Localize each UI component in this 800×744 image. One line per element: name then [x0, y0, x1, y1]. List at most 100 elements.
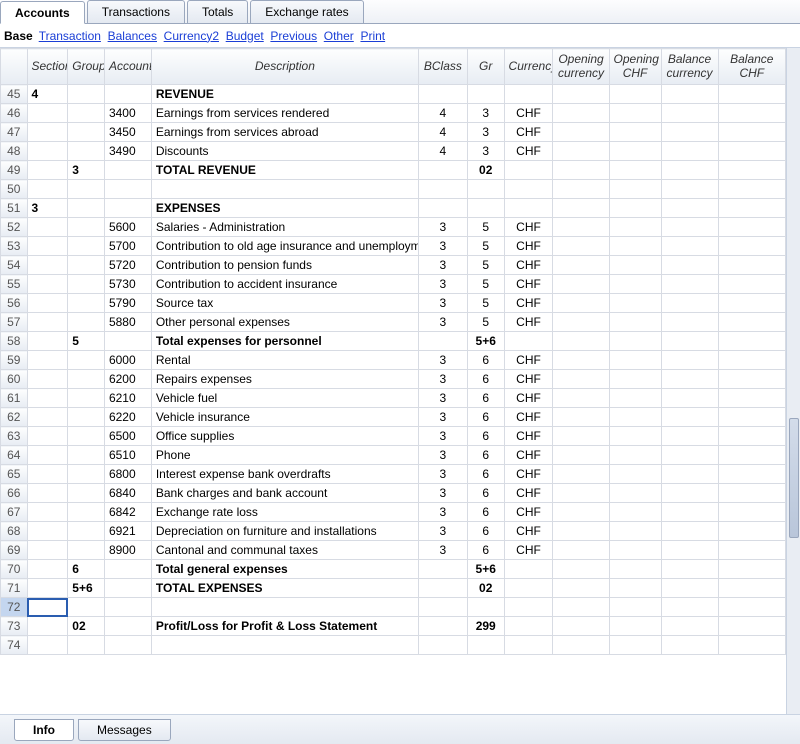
cell-bclass[interactable] — [418, 332, 467, 351]
table-row[interactable]: 706Total general expenses5+6 — [1, 560, 786, 579]
cell-section[interactable] — [27, 218, 68, 237]
row-number[interactable]: 73 — [1, 617, 28, 636]
cell-balcur[interactable] — [661, 617, 718, 636]
link-transaction[interactable]: Transaction — [39, 29, 101, 43]
table-row[interactable]: 606200Repairs expenses36CHF — [1, 370, 786, 389]
cell-opcur[interactable] — [553, 351, 609, 370]
cell-balcur[interactable] — [661, 446, 718, 465]
cell-account[interactable]: 6842 — [104, 503, 151, 522]
cell-curr[interactable]: CHF — [504, 446, 553, 465]
cell-account[interactable]: 6210 — [104, 389, 151, 408]
cell-gr[interactable]: 6 — [467, 370, 504, 389]
cell-group[interactable] — [68, 180, 105, 199]
col-header-opening-currency[interactable]: Opening currency — [553, 49, 609, 85]
cell-opcur[interactable] — [553, 617, 609, 636]
link-budget[interactable]: Budget — [226, 29, 264, 43]
scrollbar-thumb[interactable] — [789, 418, 799, 538]
row-number[interactable]: 59 — [1, 351, 28, 370]
cell-balcur[interactable] — [661, 465, 718, 484]
cell-group[interactable] — [68, 218, 105, 237]
cell-balcur[interactable] — [661, 294, 718, 313]
row-number[interactable]: 61 — [1, 389, 28, 408]
cell-balcur[interactable] — [661, 237, 718, 256]
cell-balchf[interactable] — [718, 275, 785, 294]
cell-section[interactable] — [27, 332, 68, 351]
cell-balchf[interactable] — [718, 370, 785, 389]
cell-section[interactable] — [27, 579, 68, 598]
cell-section[interactable]: 3 — [27, 199, 68, 218]
table-row[interactable]: 666840Bank charges and bank account36CHF — [1, 484, 786, 503]
table-row[interactable]: 483490Discounts43CHF — [1, 142, 786, 161]
vertical-scrollbar[interactable] — [786, 48, 800, 714]
cell-gr[interactable] — [467, 199, 504, 218]
cell-gr[interactable]: 6 — [467, 503, 504, 522]
cell-section[interactable] — [27, 237, 68, 256]
cell-desc[interactable]: Earnings from services rendered — [151, 104, 418, 123]
cell-opchf[interactable] — [609, 579, 661, 598]
cell-desc[interactable]: Other personal expenses — [151, 313, 418, 332]
cell-balcur[interactable] — [661, 598, 718, 617]
cell-account[interactable]: 5720 — [104, 256, 151, 275]
cell-balchf[interactable] — [718, 313, 785, 332]
cell-balcur[interactable] — [661, 180, 718, 199]
cell-account[interactable]: 5700 — [104, 237, 151, 256]
cell-gr[interactable]: 5+6 — [467, 560, 504, 579]
cell-curr[interactable]: CHF — [504, 370, 553, 389]
cell-opchf[interactable] — [609, 294, 661, 313]
table-row[interactable]: 715+6TOTAL EXPENSES02 — [1, 579, 786, 598]
cell-opcur[interactable] — [553, 370, 609, 389]
table-row[interactable]: 493TOTAL REVENUE02 — [1, 161, 786, 180]
cell-gr[interactable]: 6 — [467, 389, 504, 408]
row-number[interactable]: 57 — [1, 313, 28, 332]
cell-section[interactable] — [27, 351, 68, 370]
cell-balchf[interactable] — [718, 484, 785, 503]
cell-curr[interactable] — [504, 636, 553, 655]
cell-desc[interactable]: REVENUE — [151, 85, 418, 104]
table-row[interactable]: 626220Vehicle insurance36CHF — [1, 408, 786, 427]
cell-gr[interactable]: 3 — [467, 123, 504, 142]
cell-curr[interactable]: CHF — [504, 313, 553, 332]
cell-section[interactable] — [27, 598, 68, 617]
cell-desc[interactable] — [151, 598, 418, 617]
cell-gr[interactable]: 5+6 — [467, 332, 504, 351]
link-balances[interactable]: Balances — [108, 29, 157, 43]
row-number[interactable]: 46 — [1, 104, 28, 123]
cell-account[interactable] — [104, 199, 151, 218]
cell-account[interactable] — [104, 636, 151, 655]
cell-curr[interactable] — [504, 161, 553, 180]
cell-opcur[interactable] — [553, 427, 609, 446]
cell-desc[interactable]: TOTAL REVENUE — [151, 161, 418, 180]
cell-desc[interactable]: Office supplies — [151, 427, 418, 446]
cell-opchf[interactable] — [609, 218, 661, 237]
cell-bclass[interactable] — [418, 636, 467, 655]
cell-curr[interactable]: CHF — [504, 484, 553, 503]
cell-bclass[interactable]: 4 — [418, 104, 467, 123]
cell-balchf[interactable] — [718, 560, 785, 579]
cell-desc[interactable]: Vehicle fuel — [151, 389, 418, 408]
cell-gr[interactable]: 6 — [467, 522, 504, 541]
cell-desc[interactable]: Vehicle insurance — [151, 408, 418, 427]
cell-gr[interactable]: 5 — [467, 218, 504, 237]
cell-curr[interactable]: CHF — [504, 503, 553, 522]
cell-account[interactable] — [104, 180, 151, 199]
cell-account[interactable]: 3400 — [104, 104, 151, 123]
cell-opcur[interactable] — [553, 484, 609, 503]
cell-curr[interactable]: CHF — [504, 351, 553, 370]
cell-bclass[interactable]: 3 — [418, 484, 467, 503]
cell-bclass[interactable] — [418, 180, 467, 199]
cell-opcur[interactable] — [553, 503, 609, 522]
cell-group[interactable] — [68, 199, 105, 218]
cell-opcur[interactable] — [553, 636, 609, 655]
col-header-section[interactable]: Section — [27, 49, 68, 85]
cell-section[interactable] — [27, 503, 68, 522]
row-number[interactable]: 53 — [1, 237, 28, 256]
cell-group[interactable] — [68, 275, 105, 294]
cell-opcur[interactable] — [553, 389, 609, 408]
table-row[interactable]: 656800Interest expense bank overdrafts36… — [1, 465, 786, 484]
cell-balchf[interactable] — [718, 408, 785, 427]
cell-gr[interactable]: 6 — [467, 465, 504, 484]
cell-account[interactable]: 6921 — [104, 522, 151, 541]
cell-curr[interactable]: CHF — [504, 389, 553, 408]
cell-balchf[interactable] — [718, 85, 785, 104]
cell-balcur[interactable] — [661, 484, 718, 503]
